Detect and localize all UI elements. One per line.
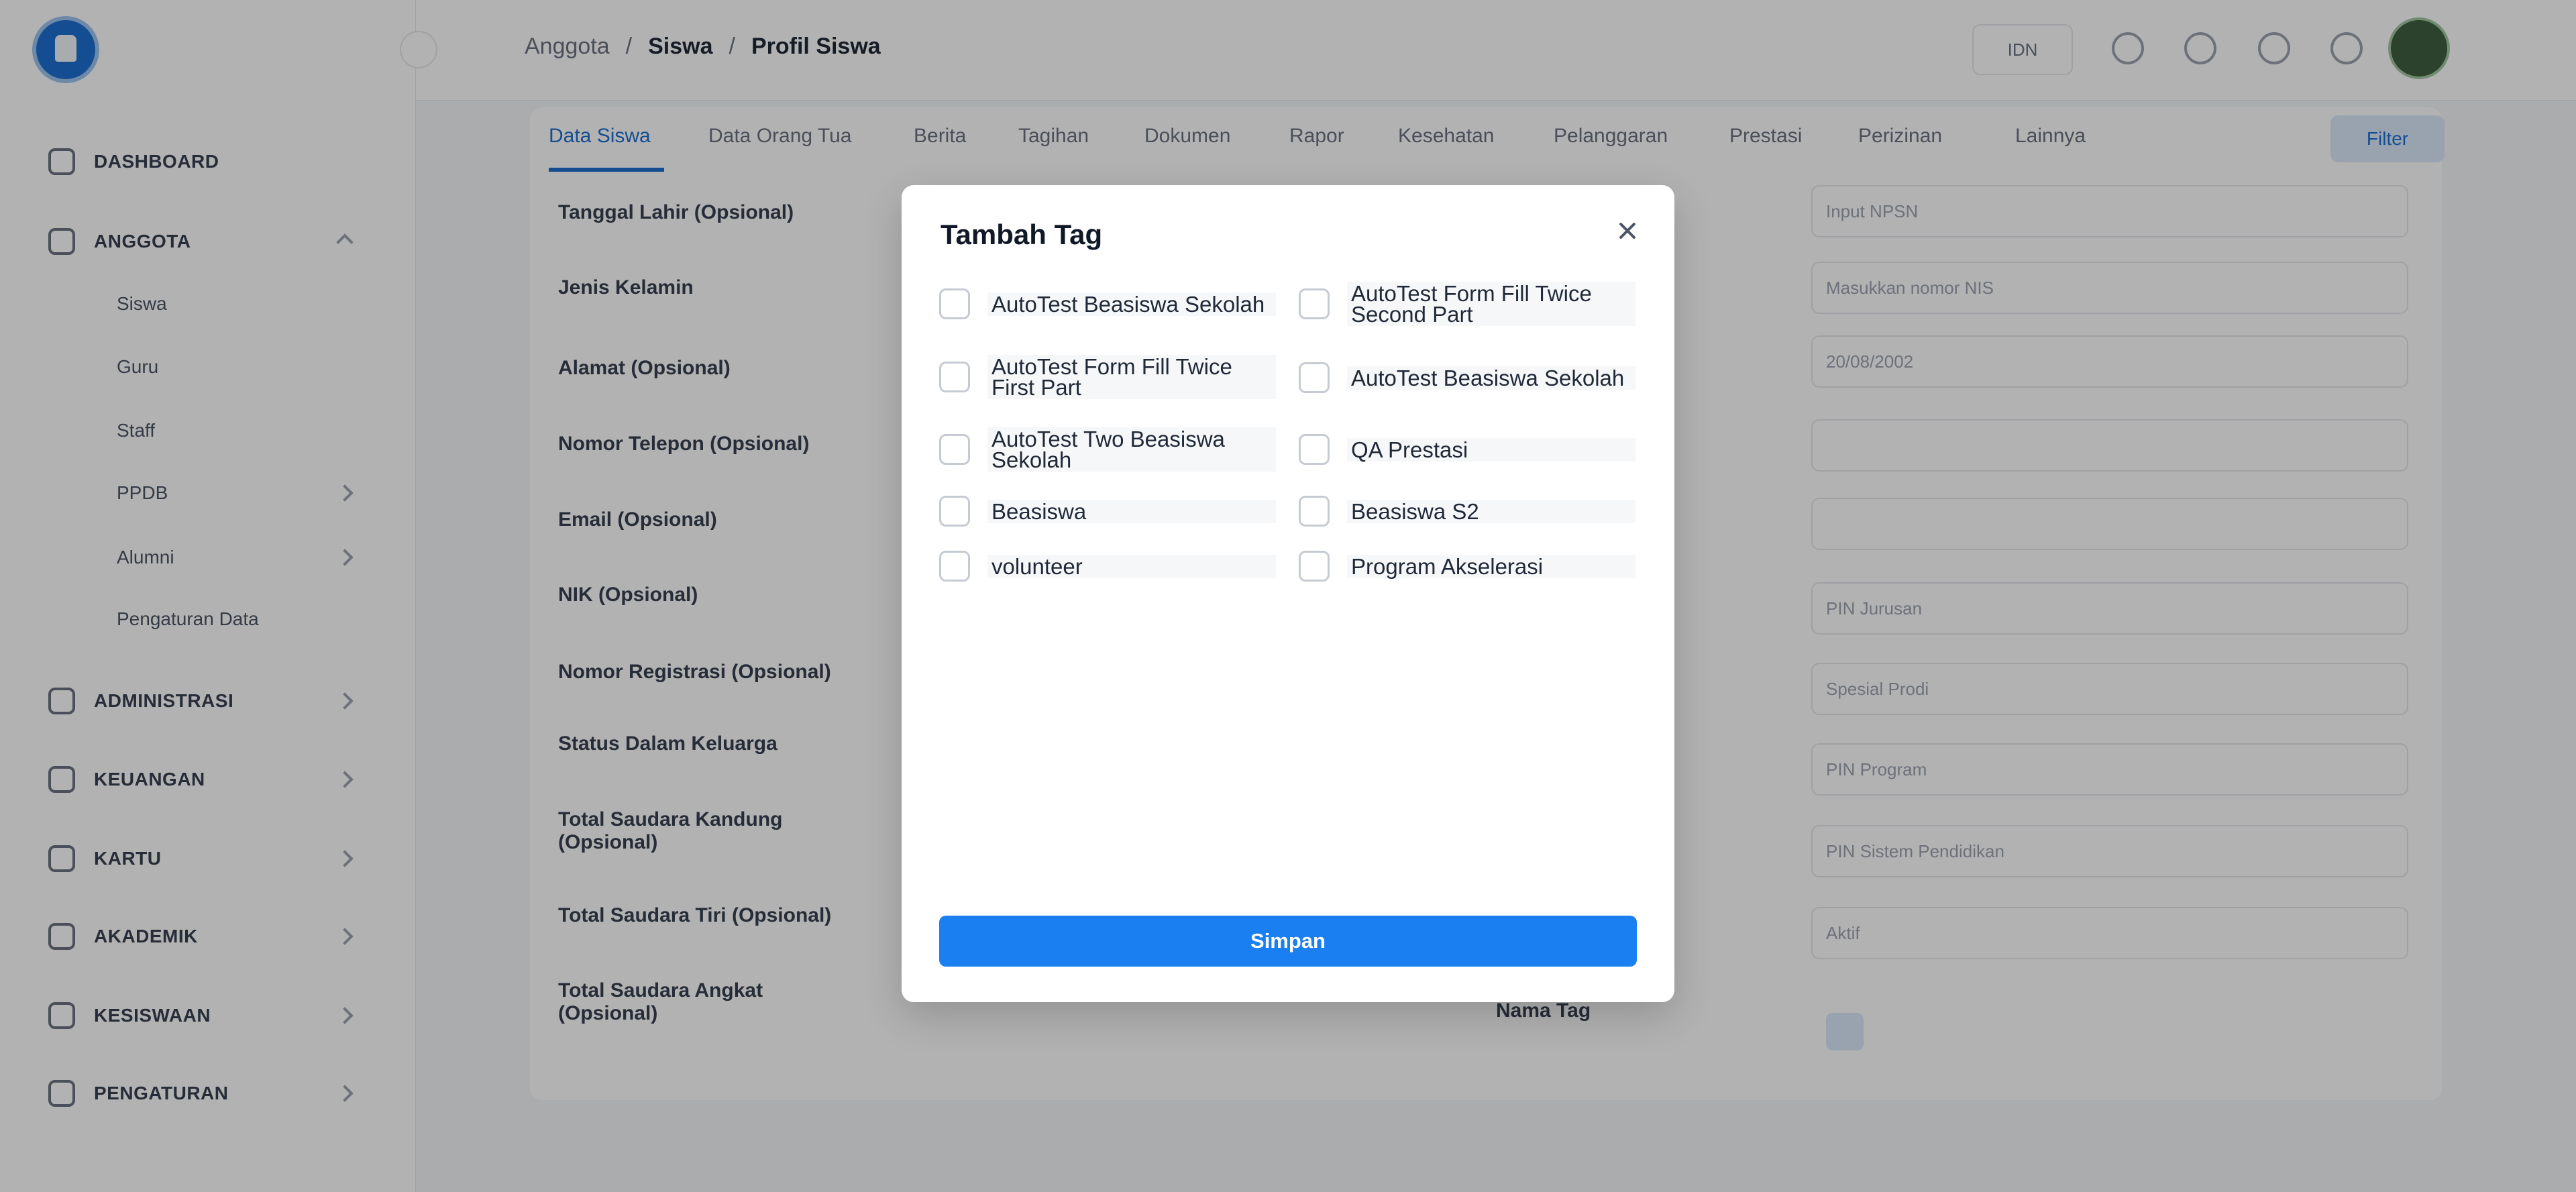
tag-checkbox[interactable] xyxy=(1299,551,1330,582)
tag-option[interactable]: Beasiswa S2 xyxy=(1299,496,1635,527)
tag-option-label: AutoTest Form Fill Twice First Part xyxy=(987,355,1276,399)
add-tag-modal: Tambah Tag AutoTest Beasiswa Sekolah Aut… xyxy=(902,185,1674,1002)
tag-checkbox[interactable] xyxy=(939,288,970,319)
tag-option-label: Program Akselerasi xyxy=(1347,554,1635,578)
tag-option-label: AutoTest Beasiswa Sekolah xyxy=(1347,366,1635,390)
tag-option-label: Beasiswa xyxy=(987,499,1276,523)
tag-option[interactable]: AutoTest Two Beasiswa Sekolah xyxy=(939,427,1276,472)
tag-option-label: Beasiswa S2 xyxy=(1347,499,1635,523)
tag-option-label: AutoTest Two Beasiswa Sekolah xyxy=(987,427,1276,472)
tag-checkbox[interactable] xyxy=(1299,434,1330,465)
modal-title: Tambah Tag xyxy=(941,219,1103,250)
tag-option-label: AutoTest Beasiswa Sekolah xyxy=(987,292,1276,316)
tag-option-label: AutoTest Form Fill Twice Second Part xyxy=(1347,282,1635,326)
tag-option[interactable]: AutoTest Beasiswa Sekolah xyxy=(939,288,1276,319)
tag-option-label: QA Prestasi xyxy=(1347,437,1635,462)
tag-option[interactable]: Beasiswa xyxy=(939,496,1276,527)
tag-checkbox[interactable] xyxy=(939,551,970,582)
tag-option[interactable]: AutoTest Form Fill Twice First Part xyxy=(939,355,1276,399)
tag-checkbox[interactable] xyxy=(1299,496,1330,527)
tag-option[interactable]: AutoTest Beasiswa Sekolah xyxy=(1299,362,1635,393)
tag-checkbox[interactable] xyxy=(939,362,970,392)
tag-option[interactable]: volunteer xyxy=(939,551,1276,582)
tag-checkbox[interactable] xyxy=(939,496,970,527)
tag-checkbox[interactable] xyxy=(1299,288,1330,319)
tag-checkbox[interactable] xyxy=(1299,362,1330,393)
save-button[interactable]: Simpan xyxy=(939,916,1637,967)
tag-option[interactable]: AutoTest Form Fill Twice Second Part xyxy=(1299,282,1635,326)
tag-option[interactable]: QA Prestasi xyxy=(1299,434,1635,465)
tag-option-label: volunteer xyxy=(987,554,1276,578)
close-icon[interactable] xyxy=(1613,216,1642,246)
tag-checkbox[interactable] xyxy=(939,434,970,465)
tag-option[interactable]: Program Akselerasi xyxy=(1299,551,1635,582)
